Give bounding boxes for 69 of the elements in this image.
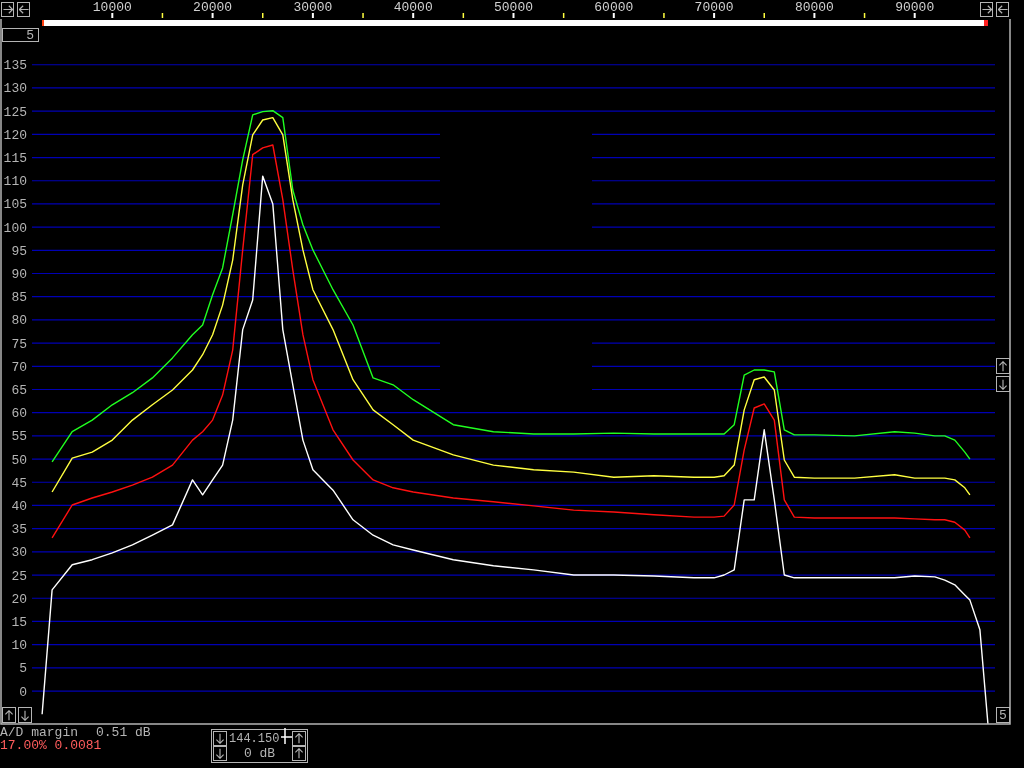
scale-step-field[interactable]: 5 bbox=[2, 28, 39, 42]
y-axis-label: 85 bbox=[11, 290, 27, 306]
ad-margin-label: A/D margin bbox=[0, 726, 78, 739]
y-axis-label: 30 bbox=[11, 545, 27, 561]
decrease-button[interactable] bbox=[213, 731, 227, 746]
x-axis-label: 80000 bbox=[794, 0, 834, 15]
y-axis-label: 110 bbox=[3, 174, 27, 190]
decrease-button[interactable] bbox=[213, 746, 227, 761]
arrow-up-icon bbox=[295, 733, 303, 744]
y-axis-label: 120 bbox=[3, 127, 27, 143]
y-axis-label: 50 bbox=[11, 452, 27, 468]
frequency-value: 144.150 bbox=[229, 732, 280, 745]
y-axis-label: 125 bbox=[3, 104, 27, 120]
crosshair-cursor-icon bbox=[281, 728, 292, 744]
arrow-down-icon bbox=[999, 378, 1007, 390]
y-axis-label: 5 bbox=[19, 661, 27, 677]
arrow-left-icon bbox=[997, 5, 1008, 14]
arrow-left-icon bbox=[18, 5, 29, 14]
y-axis-label: 75 bbox=[11, 336, 27, 352]
increase-button[interactable] bbox=[292, 746, 306, 761]
arrow-down-icon bbox=[21, 709, 29, 721]
y-axis-label: 80 bbox=[11, 313, 27, 329]
gain-value: 0 dB bbox=[243, 747, 276, 760]
scale-down-button[interactable] bbox=[18, 707, 32, 723]
x-axis-label: 10000 bbox=[92, 0, 132, 15]
y-axis-label: 35 bbox=[11, 522, 27, 538]
arrow-down-icon bbox=[216, 733, 224, 744]
scale-down-button[interactable] bbox=[996, 376, 1010, 392]
increase-button[interactable] bbox=[292, 731, 306, 746]
arrow-up-icon bbox=[999, 360, 1007, 372]
scale-up-button[interactable] bbox=[2, 707, 16, 723]
x-axis-label: 50000 bbox=[494, 0, 533, 15]
arrow-up-icon bbox=[5, 709, 13, 721]
y-axis-label: 135 bbox=[3, 58, 27, 74]
arrow-right-icon bbox=[981, 5, 992, 14]
y-axis-label: 20 bbox=[11, 591, 27, 607]
arrow-down-icon bbox=[216, 748, 224, 759]
y-axis-label: 15 bbox=[11, 614, 27, 630]
y-axis-label: 70 bbox=[11, 359, 27, 375]
scroll-right-button[interactable] bbox=[1, 2, 14, 17]
scale-step-field[interactable]: 5 bbox=[996, 707, 1010, 723]
y-axis-label: 10 bbox=[11, 638, 27, 654]
y-axis-label: 105 bbox=[3, 197, 27, 213]
x-axis-label: 30000 bbox=[293, 0, 333, 15]
y-axis-label: 40 bbox=[11, 498, 27, 514]
x-axis-label: 70000 bbox=[694, 0, 734, 15]
readout-text: 17.00% 0.0081 bbox=[0, 739, 103, 752]
arrow-up-icon bbox=[295, 748, 303, 759]
y-axis-label: 95 bbox=[11, 243, 27, 259]
ad-margin-value: 0.51 dB bbox=[96, 726, 151, 739]
y-axis-label: 115 bbox=[3, 151, 27, 167]
y-axis-label: 130 bbox=[3, 81, 27, 97]
x-axis-label: 20000 bbox=[193, 0, 233, 15]
scroll-right-button[interactable] bbox=[980, 2, 993, 17]
y-axis-label: 90 bbox=[11, 267, 27, 282]
y-axis-label: 65 bbox=[11, 383, 27, 398]
arrow-right-icon bbox=[2, 5, 13, 14]
y-axis-label: 100 bbox=[3, 220, 27, 236]
scroll-left-button[interactable] bbox=[996, 2, 1009, 17]
scale-up-button[interactable] bbox=[996, 358, 1010, 374]
y-axis-label: 45 bbox=[11, 475, 27, 491]
x-axis-label: 60000 bbox=[594, 0, 634, 15]
y-axis-label: 60 bbox=[11, 406, 27, 422]
y-axis-label: 25 bbox=[11, 568, 27, 584]
scroll-left-button[interactable] bbox=[17, 2, 30, 17]
x-axis-label: 40000 bbox=[393, 0, 433, 15]
x-axis-label: 90000 bbox=[895, 0, 935, 15]
y-axis-label: 55 bbox=[11, 429, 27, 445]
y-axis-label: 0 bbox=[19, 684, 27, 700]
